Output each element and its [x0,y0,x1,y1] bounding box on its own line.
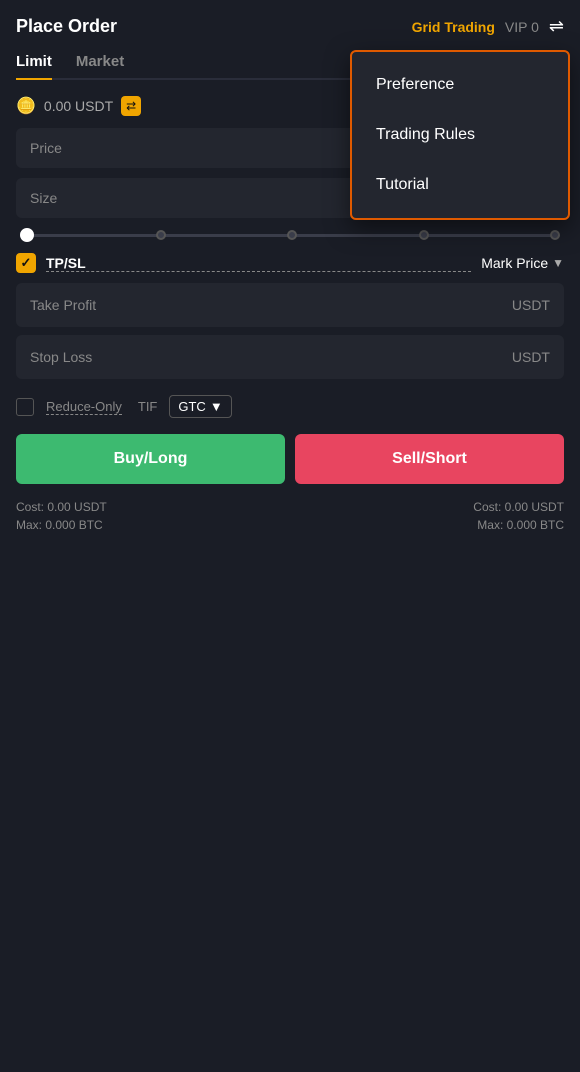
tab-limit[interactable]: Limit [16,53,52,80]
settings-icon[interactable]: ⇌ [549,16,564,37]
dropdown-item-tutorial[interactable]: Tutorial [352,160,568,210]
stop-loss-label: Stop Loss [30,349,92,365]
reduce-only-label[interactable]: Reduce-Only [46,399,122,415]
dropdown-menu: Preference Trading Rules Tutorial [350,50,570,220]
slider-dots [20,230,560,242]
grid-trading-label[interactable]: Grid Trading [412,19,495,35]
tpsl-checkbox[interactable] [16,253,36,273]
dropdown-item-preference[interactable]: Preference [352,60,568,110]
cost-left: Cost: 0.00 USDT Max: 0.000 BTC [16,500,107,532]
sell-short-button[interactable]: Sell/Short [295,434,564,484]
header: Place Order Grid Trading VIP 0 ⇌ [16,16,564,37]
mark-price-dropdown-arrow: ▼ [552,256,564,270]
size-label: Size [30,190,57,206]
vip-label: VIP 0 [505,19,539,35]
cost-right-max: Max: 0.000 BTC [473,518,564,532]
slider-container[interactable] [16,234,564,237]
slider-dot-50[interactable] [287,230,297,240]
take-profit-unit: USDT [512,297,550,313]
stop-loss-unit: USDT [512,349,550,365]
stop-loss-input[interactable]: Stop Loss USDT [16,335,564,379]
gtc-arrow: ▼ [210,399,223,414]
cost-left-max: Max: 0.000 BTC [16,518,107,532]
wallet-icon: 🪙 [16,96,36,116]
slider-dot-100[interactable] [550,230,560,240]
action-buttons: Buy/Long Sell/Short [16,434,564,484]
options-row: Reduce-Only TIF GTC ▼ [16,395,564,418]
take-profit-input[interactable]: Take Profit USDT [16,283,564,327]
tab-market[interactable]: Market [76,53,124,80]
page-title: Place Order [16,16,117,37]
cost-right-cost: Cost: 0.00 USDT [473,500,564,514]
slider-dot-25[interactable] [156,230,166,240]
dropdown-item-trading-rules[interactable]: Trading Rules [352,110,568,160]
tif-label: TIF [138,399,158,414]
transfer-icon[interactable]: ⇄ [121,96,141,116]
balance-amount: 0.00 USDT [44,98,113,114]
header-right: Grid Trading VIP 0 ⇌ [412,16,564,37]
tpsl-row: TP/SL Mark Price ▼ [16,253,564,273]
cost-left-cost: Cost: 0.00 USDT [16,500,107,514]
cost-right: Cost: 0.00 USDT Max: 0.000 BTC [473,500,564,532]
place-order-panel: Place Order Grid Trading VIP 0 ⇌ Prefere… [0,0,580,554]
reduce-only-checkbox[interactable] [16,398,34,416]
slider-dot-75[interactable] [419,230,429,240]
gtc-select[interactable]: GTC ▼ [169,395,231,418]
price-label: Price [30,140,62,156]
slider-dot-0[interactable] [20,228,34,242]
buy-long-button[interactable]: Buy/Long [16,434,285,484]
gtc-value: GTC [178,399,205,414]
tpsl-label: TP/SL [46,255,471,272]
cost-row: Cost: 0.00 USDT Max: 0.000 BTC Cost: 0.0… [16,500,564,532]
mark-price-label: Mark Price [481,255,548,271]
take-profit-label: Take Profit [30,297,96,313]
slider-track [20,234,560,237]
mark-price-select[interactable]: Mark Price ▼ [481,255,564,271]
